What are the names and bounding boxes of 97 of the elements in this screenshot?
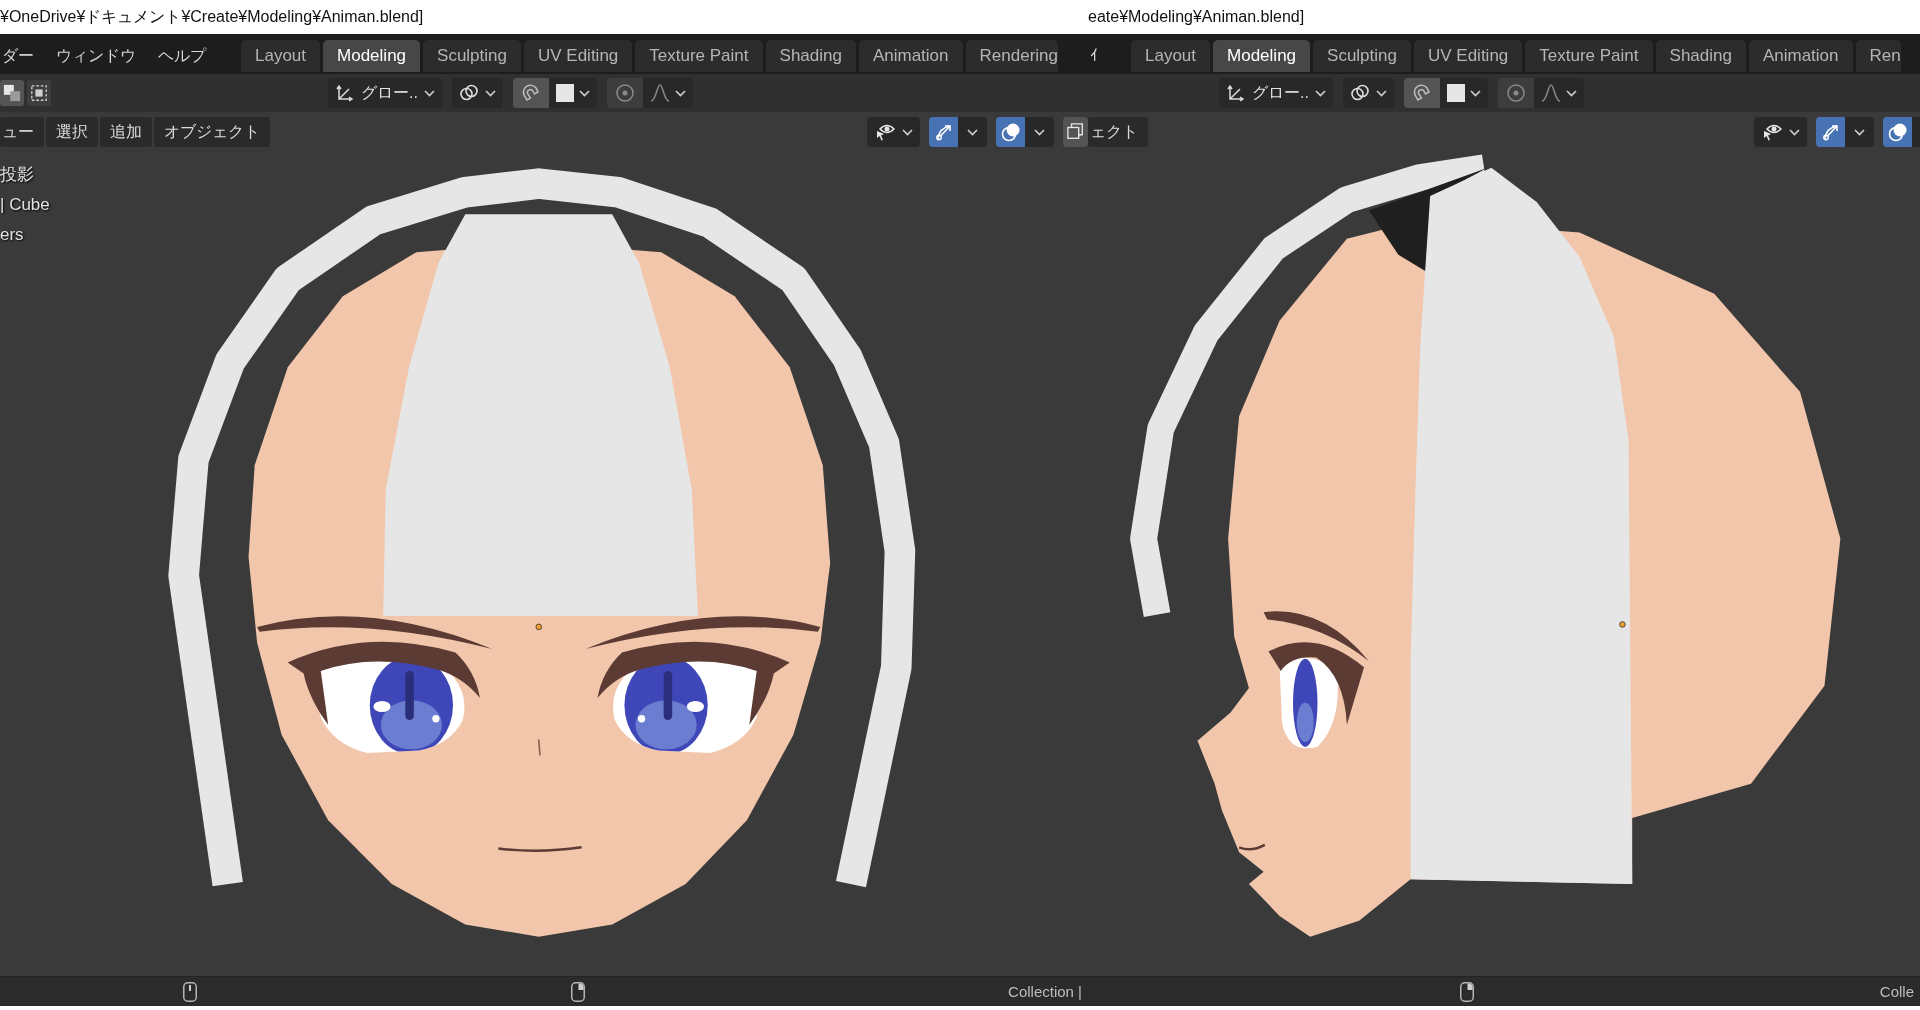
proportional-editing-toggle[interactable] [1497, 78, 1534, 108]
overlapping-squares-icon [1066, 123, 1085, 141]
snap-target-dropdown[interactable] [548, 78, 597, 108]
snap-target-dropdown[interactable] [1439, 78, 1488, 108]
curve-icon [649, 83, 670, 103]
viewport-menu[interactable]: 追加 [100, 117, 152, 147]
falloff-dropdown[interactable] [1533, 78, 1584, 108]
workspace-tab[interactable]: Ren [1855, 40, 1901, 72]
mouse-icon [571, 981, 585, 1002]
menu-item[interactable]: ヘルプ [147, 40, 217, 72]
dashed-square-icon [30, 84, 48, 102]
caret-icon [484, 89, 496, 97]
workspace-tab[interactable]: Modeling [323, 40, 421, 72]
workspace-tab[interactable]: Texture Paint [635, 40, 763, 72]
select-mode-button[interactable] [27, 80, 51, 106]
snap-toggle[interactable] [1403, 78, 1440, 108]
workspace-tab[interactable]: Layout [1131, 40, 1211, 72]
orientation-dropdown[interactable]: グロー.. [328, 78, 442, 108]
gizmo-menu-button[interactable] [958, 117, 987, 147]
origin-marker-icon [1619, 621, 1626, 628]
proportional-editing-toggle[interactable] [606, 78, 643, 108]
workspace-tab[interactable]: Sculpting [1313, 40, 1411, 72]
linked-rings-icon [1349, 83, 1370, 103]
status-text: Colle [1879, 983, 1915, 1000]
caret-icon [1854, 128, 1865, 136]
overlay-toggle[interactable] [1883, 117, 1912, 147]
gizmo-arc-icon [1820, 122, 1841, 142]
squares-icon [3, 84, 21, 102]
workspace-tab[interactable]: UV Editing [524, 40, 633, 72]
visibility-dropdown[interactable] [867, 117, 920, 147]
linked-rings-icon [458, 83, 479, 103]
overlay-menu-button[interactable] [1025, 117, 1054, 147]
viewport-info-text: ers [0, 224, 24, 246]
pivot-dropdown[interactable] [1342, 78, 1394, 108]
caret-icon [1469, 89, 1481, 97]
workspace-tab[interactable]: Shading [765, 40, 856, 72]
falloff-dropdown[interactable] [642, 78, 693, 108]
mouse-icon [183, 981, 197, 1002]
viewport-menu[interactable]: オブジェクト [154, 117, 270, 147]
caret-icon [1565, 89, 1577, 97]
viewport-info-text: | Cube [0, 194, 50, 216]
mouse-icon [1460, 981, 1474, 1002]
origin-marker-icon [535, 623, 542, 631]
magnet-icon [1411, 83, 1432, 103]
viewport-menu[interactable]: ェクト [1088, 117, 1148, 147]
overlay-toggle[interactable] [996, 117, 1025, 147]
viewport-menu[interactable]: 選択 [46, 117, 98, 147]
workspace-tab[interactable]: UV Editing [1414, 40, 1523, 72]
curve-icon [1540, 83, 1561, 103]
circle-dot-icon [1505, 83, 1526, 103]
visibility-dropdown[interactable] [1754, 117, 1807, 147]
gizmo-arc-icon [933, 122, 954, 142]
eye-cursor-icon [1761, 122, 1783, 142]
caret-icon [1375, 89, 1387, 97]
viewport-info-text: 投影 [0, 164, 34, 186]
workspace-tab[interactable]: Shading [1655, 40, 1746, 72]
gizmo-menu-button[interactable] [1845, 117, 1874, 147]
xray-toggle[interactable] [1063, 117, 1088, 147]
window-title: eate¥Modeling¥Animan.blend] [1088, 8, 1305, 26]
caret-icon [423, 89, 435, 97]
pivot-dropdown[interactable] [451, 78, 503, 108]
caret-icon [1034, 128, 1045, 136]
window-title: ¥OneDrive¥ドキュメント¥Create¥Modeling¥Animan.blend] [0, 6, 424, 27]
orientation-dropdown[interactable]: グロー.. [1219, 78, 1333, 108]
workspace-tab[interactable]: Modeling [1213, 40, 1311, 72]
square-icon [555, 84, 574, 102]
3d-viewport[interactable]: ェクト [1088, 112, 1920, 976]
workspace-tab[interactable]: Layout [241, 40, 321, 72]
status-text: Collection | [1008, 983, 1083, 1000]
select-mode-button[interactable] [0, 80, 24, 106]
magnet-icon [520, 83, 541, 103]
caret-icon [674, 89, 686, 97]
overlapping-circles-icon [1887, 122, 1908, 142]
axes-icon [335, 83, 355, 103]
square-icon [1446, 84, 1465, 102]
workspace-tab[interactable]: Texture Paint [1525, 40, 1653, 72]
circle-dot-icon [614, 83, 635, 103]
workspace-tab[interactable]: Animation [1748, 40, 1853, 72]
axes-icon [1226, 83, 1246, 103]
gizmo-toggle[interactable] [1816, 117, 1845, 147]
caret-icon [967, 128, 978, 136]
caret-icon [1789, 128, 1800, 136]
workspace-tab[interactable]: Animation [858, 40, 963, 72]
workspace-tab[interactable]: Rendering [965, 40, 1058, 72]
caret-icon [578, 89, 590, 97]
snap-toggle[interactable] [512, 78, 549, 108]
gizmo-toggle[interactable] [929, 117, 958, 147]
viewport-menu[interactable]: ュー [0, 117, 44, 147]
overlapping-circles-icon [1000, 122, 1021, 142]
menu-item[interactable]: ウィンドウ [45, 40, 147, 72]
caret-icon [902, 128, 913, 136]
caret-icon [1314, 89, 1326, 97]
eye-cursor-icon [874, 122, 896, 142]
workspace-tab[interactable]: Sculpting [423, 40, 521, 72]
menu-item[interactable]: ダー [0, 40, 45, 72]
3d-viewport[interactable]: ュー 選択 追加 オブジェクト 投影 | Cube ers [0, 112, 1088, 976]
menu-item[interactable]: ｲ [1088, 40, 1109, 72]
